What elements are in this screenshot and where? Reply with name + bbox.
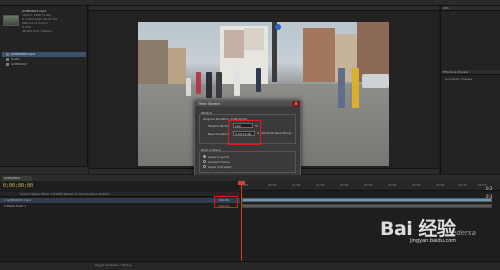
hold-option-label: Current Frame bbox=[208, 160, 230, 164]
road-sign bbox=[275, 24, 281, 30]
car bbox=[362, 74, 389, 88]
traffic-pole bbox=[272, 22, 277, 82]
tick-label: 04:00f bbox=[436, 184, 445, 187]
new-duration-suffix: is 0;00;10;00 Base 30drop bbox=[257, 132, 292, 135]
info-line: 48.000 kHz / Stereo bbox=[22, 29, 52, 33]
side-timecode: 0:2 bbox=[486, 186, 493, 191]
footage-icon bbox=[6, 52, 9, 56]
layer-name: 2 Black Solid 1 bbox=[4, 204, 27, 208]
layer-column-header: Source Name Mode T TrkMat Parent In Out … bbox=[0, 192, 240, 197]
tick-label: 01:00f bbox=[292, 184, 301, 187]
toggle-switches-modes-button[interactable]: Toggle Switches / Modes bbox=[95, 263, 132, 267]
brand-watermark: edersa bbox=[452, 229, 476, 237]
pedestrian bbox=[186, 78, 191, 96]
stretch-factor-label: Stretch Factor: bbox=[208, 124, 230, 128]
billboard bbox=[224, 30, 244, 58]
layer-row[interactable]: 2 Black Solid 1 bbox=[0, 204, 240, 209]
pedestrian bbox=[234, 70, 240, 96]
project-list: GOPR0003.mp4 Solids GOPR0003 bbox=[2, 52, 86, 67]
building bbox=[138, 40, 168, 85]
tick-label: 03:00f bbox=[388, 184, 397, 187]
current-frame-radio[interactable] bbox=[203, 160, 206, 163]
tick-label: 01:15f bbox=[316, 184, 325, 187]
tick-label: 03:15f bbox=[412, 184, 421, 187]
current-timecode[interactable]: 0;00;00;00 bbox=[3, 183, 33, 189]
list-item[interactable]: GOPR0003 bbox=[2, 62, 86, 67]
preset-label[interactable]: Animation Presets bbox=[445, 77, 472, 81]
building bbox=[303, 28, 335, 82]
new-duration-label: New Duration: bbox=[208, 132, 230, 136]
highlight-box bbox=[228, 120, 261, 145]
hold-option-label: Layer Out-point bbox=[208, 165, 232, 169]
pedestrian bbox=[206, 72, 212, 98]
side-timecode: 0:3 bbox=[486, 194, 493, 199]
tick-label: 04:15f bbox=[458, 184, 467, 187]
composition-icon bbox=[6, 62, 9, 66]
right-panel: Info Effects & Presets Animation Presets bbox=[440, 6, 500, 174]
layer-duration-bar[interactable] bbox=[242, 204, 492, 208]
layer-duration-bar[interactable] bbox=[242, 198, 492, 202]
layer-out-point-radio[interactable] bbox=[203, 165, 206, 168]
hold-option-label: Layer In-point bbox=[208, 155, 229, 159]
billboard bbox=[244, 28, 264, 50]
tick-label: 02:15f bbox=[364, 184, 373, 187]
layer-name: 1 GOPR0003.mp4 bbox=[4, 198, 31, 202]
tab-info[interactable]: Info bbox=[441, 6, 500, 11]
pedestrian bbox=[352, 68, 359, 108]
layer-in-point-radio[interactable] bbox=[203, 155, 206, 158]
folder-icon bbox=[6, 57, 9, 61]
pedestrian bbox=[338, 68, 345, 108]
playhead-line[interactable] bbox=[241, 181, 242, 261]
highlight-box bbox=[214, 196, 238, 208]
baidu-watermark: Bai 经验 bbox=[380, 218, 456, 240]
tab-effects-presets[interactable]: Effects & Presets bbox=[441, 70, 500, 75]
layer-row[interactable]: 1 GOPR0003.mp4 bbox=[0, 198, 240, 203]
tab-composition[interactable]: GOPR0003 bbox=[2, 176, 32, 181]
project-panel: GOPR0003.mp4 1920 x 1080 (1.00) Δ 0;00;1… bbox=[0, 6, 88, 174]
dialog-title: Time Stretch bbox=[195, 101, 300, 107]
tick-label: 00:15f bbox=[268, 184, 277, 187]
pedestrian bbox=[256, 68, 261, 92]
building bbox=[168, 48, 186, 85]
watermark-url: jingyan.baidu.com bbox=[410, 238, 457, 244]
timeline-footer bbox=[0, 261, 500, 270]
building bbox=[357, 22, 389, 82]
close-icon[interactable]: × bbox=[292, 101, 300, 107]
viewer-tab-bar bbox=[89, 6, 439, 11]
pedestrian bbox=[196, 72, 201, 94]
pedestrian bbox=[216, 72, 222, 98]
tick-label: 02:00f bbox=[340, 184, 349, 187]
project-footer-toolbar bbox=[0, 166, 88, 174]
footage-thumbnail bbox=[3, 15, 19, 26]
